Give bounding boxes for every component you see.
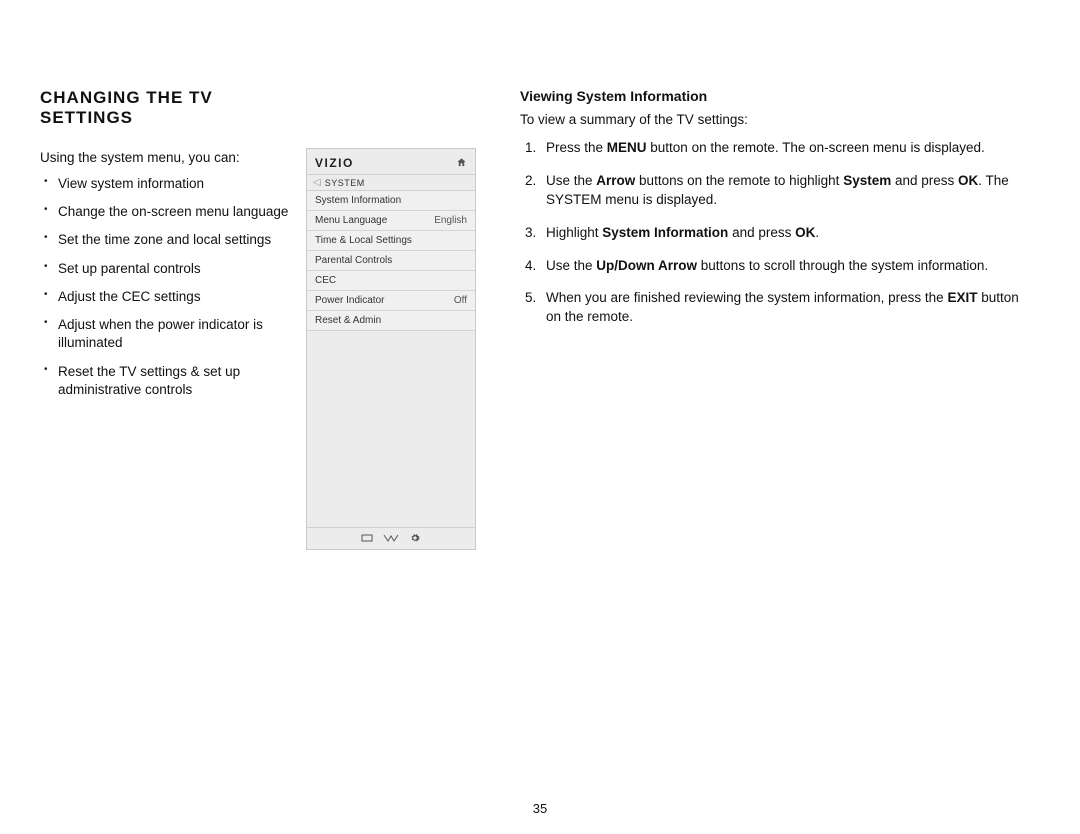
list-item: Set the time zone and local settings (58, 231, 290, 249)
menu-row[interactable]: Menu Language English (307, 211, 475, 231)
home-icon (456, 155, 467, 171)
tv-system-menu: VIZIO ◁ SYSTEM System Information Menu La… (306, 148, 476, 550)
capabilities-list: View system information Change the on-scr… (40, 175, 290, 399)
subsection-intro: To view a summary of the TV settings: (520, 112, 1032, 127)
gear-icon (409, 533, 421, 543)
step-item: Use the Up/Down Arrow buttons to scroll … (540, 257, 1032, 276)
menu-row[interactable]: Time & Local Settings (307, 231, 475, 251)
vizio-logo: VIZIO (315, 156, 354, 170)
list-item: Adjust the CEC settings (58, 288, 290, 306)
menu-row-label: Parental Controls (315, 255, 392, 266)
section-heading: CHANGING THE TV SETTINGS (40, 88, 290, 128)
breadcrumb: ◁ SYSTEM (307, 174, 475, 191)
menu-row-label: Reset & Admin (315, 315, 381, 326)
menu-row-value: English (434, 215, 467, 226)
list-item: Change the on-screen menu language (58, 203, 290, 221)
menu-row[interactable]: Reset & Admin (307, 311, 475, 331)
v-icon (383, 533, 399, 543)
step-item: When you are finished reviewing the syst… (540, 289, 1032, 327)
menu-row[interactable]: Power Indicator Off (307, 291, 475, 311)
menu-row-value: Off (454, 295, 467, 306)
breadcrumb-label: SYSTEM (325, 178, 365, 188)
subsection-heading: Viewing System Information (520, 88, 1032, 104)
menu-row-label: Power Indicator (315, 295, 384, 306)
list-item: Reset the TV settings & set up administr… (58, 363, 290, 399)
menu-row[interactable]: Parental Controls (307, 251, 475, 271)
list-item: Set up parental controls (58, 260, 290, 278)
chevron-left-icon: ◁ (313, 177, 321, 188)
menu-row-label: CEC (315, 275, 336, 286)
menu-row-label: Menu Language (315, 215, 387, 226)
list-item: Adjust when the power indicator is illum… (58, 316, 290, 352)
menu-row-label: System Information (315, 195, 401, 206)
tv-menu-footer (307, 527, 475, 549)
menu-row-label: Time & Local Settings (315, 235, 412, 246)
list-item: View system information (58, 175, 290, 193)
intro-text: Using the system menu, you can: (40, 150, 290, 165)
page-number: 35 (0, 801, 1080, 816)
menu-row[interactable]: System Information (307, 191, 475, 211)
menu-row[interactable]: CEC (307, 271, 475, 291)
step-item: Press the MENU button on the remote. The… (540, 139, 1032, 158)
step-item: Highlight System Information and press O… (540, 224, 1032, 243)
rectangle-icon (361, 533, 373, 543)
steps-list: Press the MENU button on the remote. The… (520, 139, 1032, 327)
step-item: Use the Arrow buttons on the remote to h… (540, 172, 1032, 210)
